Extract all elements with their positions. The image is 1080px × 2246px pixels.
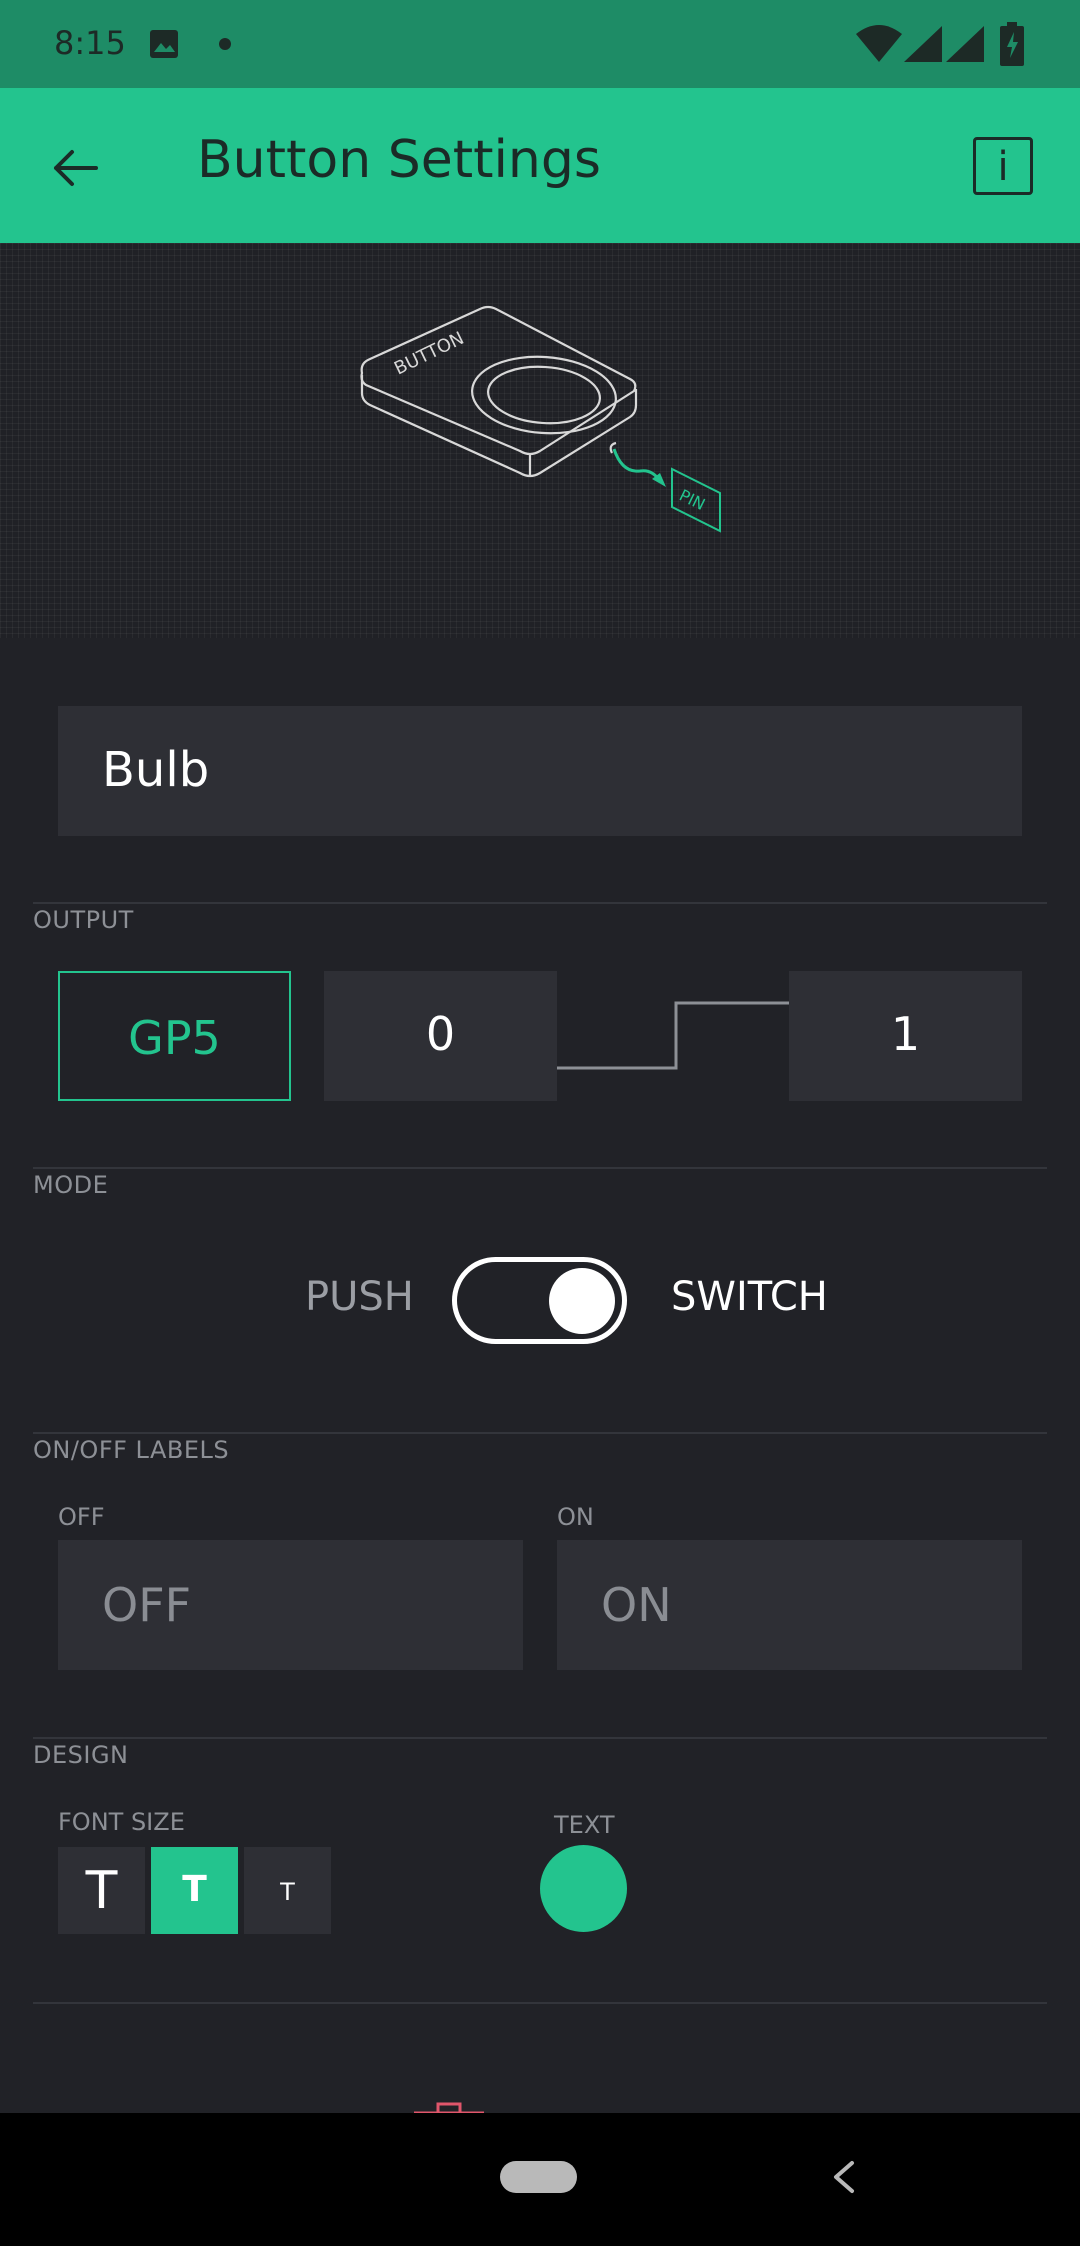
illustration-button-text: BUTTON	[391, 328, 467, 380]
off-label-value: OFF	[102, 1578, 192, 1632]
widget-illustration: BUTTON PIN	[0, 243, 1080, 638]
page-title: Button Settings	[197, 130, 601, 190]
nav-back-icon[interactable]	[826, 2157, 862, 2197]
widget-name-input[interactable]: Bulb	[58, 706, 1022, 836]
delete-icon[interactable]	[414, 2100, 484, 2114]
low-value: 0	[425, 1007, 456, 1061]
on-label: ON	[557, 1503, 594, 1531]
section-label-output: OUTPUT	[33, 906, 134, 934]
signal-icon	[946, 26, 984, 62]
divider	[33, 902, 1047, 904]
status-time: 8:15	[54, 24, 126, 62]
divider	[33, 2002, 1047, 2004]
font-size-label: FONT SIZE	[58, 1808, 185, 1836]
font-size-small-button[interactable]: T	[244, 1847, 331, 1934]
divider	[33, 1737, 1047, 1739]
section-label-mode: MODE	[33, 1171, 109, 1199]
app-bar: Button Settings i	[0, 88, 1080, 243]
button-device-illustration: BUTTON PIN	[360, 305, 721, 533]
wifi-icon	[856, 25, 902, 62]
off-label-input[interactable]: OFF	[58, 1540, 523, 1670]
pin-select-button[interactable]: GP5	[58, 971, 291, 1101]
home-button[interactable]	[500, 2161, 577, 2193]
mode-toggle-switch[interactable]	[452, 1257, 627, 1344]
font-size-small-glyph: T	[280, 1878, 295, 1906]
notification-dot-icon	[219, 38, 231, 50]
section-label-on-off: ON/OFF LABELS	[33, 1436, 230, 1464]
low-value-input[interactable]: 0	[324, 971, 557, 1101]
section-label-design: DESIGN	[33, 1741, 129, 1769]
divider	[33, 1432, 1047, 1434]
battery-charging-icon	[1000, 22, 1024, 66]
photo-icon	[150, 30, 178, 58]
off-label: OFF	[58, 1503, 105, 1531]
font-size-large-glyph: T	[85, 1861, 118, 1921]
toggle-knob	[549, 1268, 615, 1334]
status-bar: 8:15	[0, 0, 1080, 88]
text-color-picker[interactable]	[540, 1845, 627, 1932]
pulse-wave-icon	[557, 1001, 789, 1070]
widget-name-value: Bulb	[102, 742, 210, 798]
system-nav-bar	[0, 2113, 1080, 2246]
info-icon: i	[997, 144, 1009, 190]
illustration-pin-text: PIN	[676, 486, 708, 515]
font-size-medium-glyph: T	[182, 1869, 207, 1910]
divider	[33, 1167, 1047, 1169]
signal-icon	[904, 26, 942, 62]
font-size-large-button[interactable]: T	[58, 1847, 145, 1934]
pin-value: GP5	[128, 1011, 221, 1065]
mode-switch-label: SWITCH	[671, 1274, 828, 1320]
arrow-left-icon[interactable]	[46, 138, 106, 198]
font-size-medium-button[interactable]: T	[151, 1847, 238, 1934]
high-value: 1	[890, 1007, 921, 1061]
on-label-value: ON	[601, 1578, 672, 1632]
mode-push-label: PUSH	[305, 1274, 414, 1320]
high-value-input[interactable]: 1	[789, 971, 1022, 1101]
info-button[interactable]: i	[973, 137, 1033, 195]
on-label-input[interactable]: ON	[557, 1540, 1022, 1670]
text-color-label: TEXT	[554, 1811, 615, 1839]
